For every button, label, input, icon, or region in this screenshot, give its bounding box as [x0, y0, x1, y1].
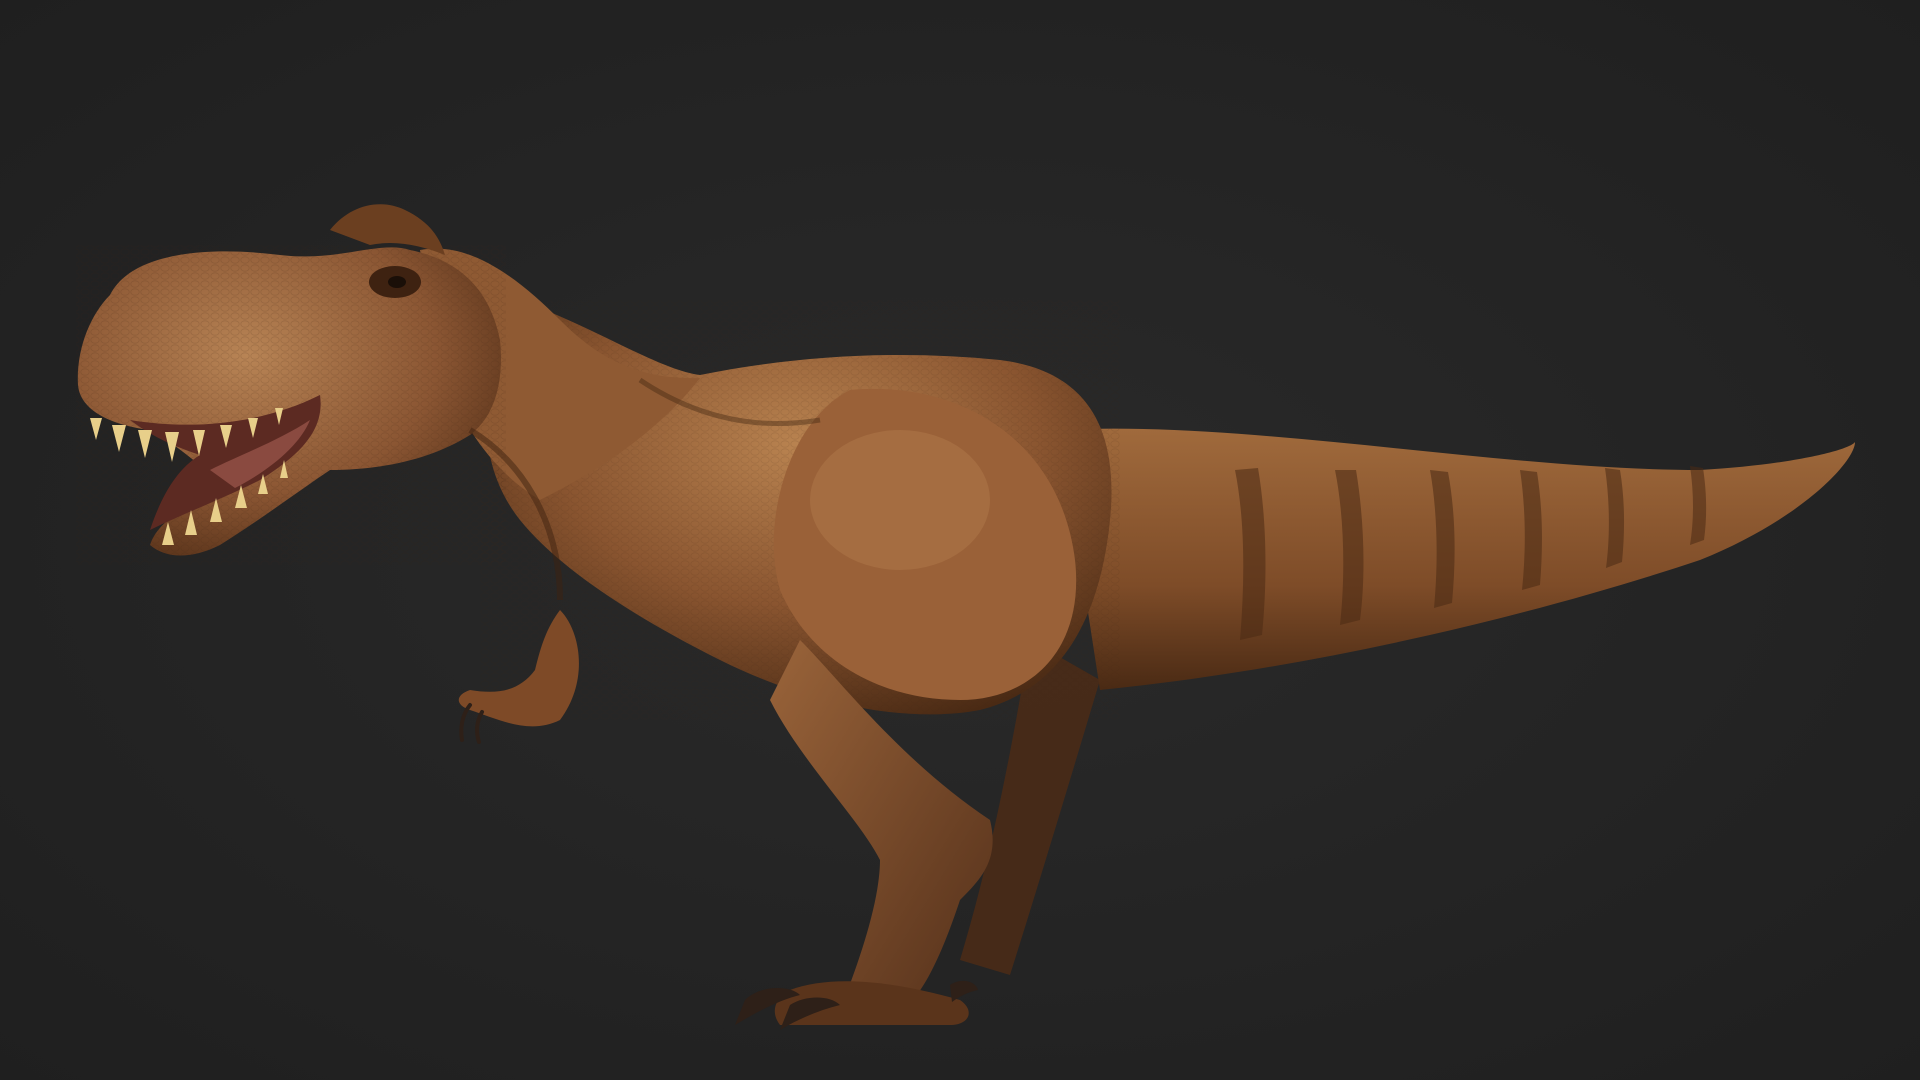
tyrannosaurus-render [76, 204, 1855, 1030]
tail [1060, 428, 1855, 690]
head-texture [76, 245, 506, 565]
eye [388, 276, 406, 288]
thigh-highlight [810, 430, 990, 570]
viewport-background [0, 0, 1920, 1080]
